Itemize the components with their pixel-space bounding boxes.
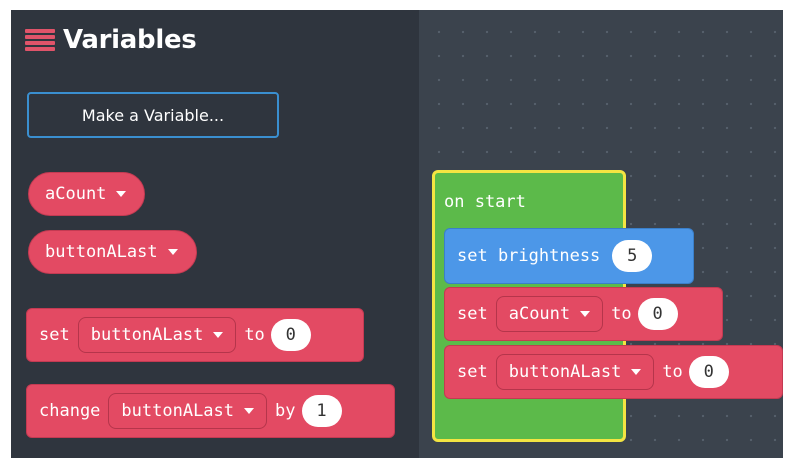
value-input[interactable]: 0 (688, 356, 729, 388)
variable-dropdown[interactable]: buttonALast (495, 354, 655, 390)
variable-dropdown[interactable]: buttonALast (77, 317, 237, 353)
chevron-down-icon[interactable] (116, 191, 127, 197)
set-keyword: set (457, 362, 488, 382)
set-brightness-block[interactable]: set brightness 5 (444, 228, 694, 284)
value-input[interactable]: 0 (270, 319, 311, 351)
variable-reporter-acount[interactable]: aCount (28, 172, 146, 216)
on-start-label: on start (444, 192, 526, 212)
chevron-down-icon (580, 311, 591, 317)
category-header: Variables (25, 25, 197, 55)
to-keyword: to (611, 304, 632, 324)
dropdown-value: aCount (508, 304, 571, 324)
category-title: Variables (63, 25, 197, 55)
chevron-down-icon[interactable] (167, 249, 178, 255)
chevron-down-icon (213, 332, 224, 338)
workspace-canvas[interactable]: on start set brightness 5 set aCount to … (419, 10, 783, 458)
value-input[interactable]: 0 (637, 298, 678, 330)
value-input[interactable]: 1 (301, 395, 342, 427)
brightness-value-input[interactable]: 5 (612, 240, 653, 272)
editor-frame: Variables Make a Variable... aCount butt… (11, 10, 783, 458)
variables-list-icon (25, 29, 55, 51)
chevron-down-icon (244, 408, 255, 414)
variable-name: buttonALast (45, 242, 158, 262)
dropdown-value: buttonALast (508, 362, 622, 382)
toolbox-flyout: Variables Make a Variable... aCount butt… (11, 10, 419, 458)
variable-dropdown[interactable]: buttonALast (108, 393, 268, 429)
make-variable-button[interactable]: Make a Variable... (27, 92, 279, 138)
variable-dropdown[interactable]: aCount (495, 296, 604, 332)
set-keyword: set (457, 304, 488, 324)
dropdown-value: buttonALast (121, 401, 235, 421)
chevron-down-icon (631, 369, 642, 375)
set-keyword: set (39, 325, 70, 345)
to-keyword: to (244, 325, 265, 345)
set-acount-block[interactable]: set aCount to 0 (444, 287, 723, 341)
change-variable-block[interactable]: change buttonALast by 1 (26, 384, 395, 438)
by-keyword: by (275, 401, 296, 421)
set-brightness-label: set brightness (457, 246, 601, 266)
change-keyword: change (39, 401, 101, 421)
variable-name: aCount (45, 184, 107, 204)
to-keyword: to (662, 362, 683, 382)
dropdown-value: buttonALast (90, 325, 204, 345)
set-variable-block[interactable]: set buttonALast to 0 (26, 308, 364, 362)
variable-reporter-buttonalast[interactable]: buttonALast (28, 230, 197, 274)
set-buttonalast-block[interactable]: set buttonALast to 0 (444, 345, 783, 399)
